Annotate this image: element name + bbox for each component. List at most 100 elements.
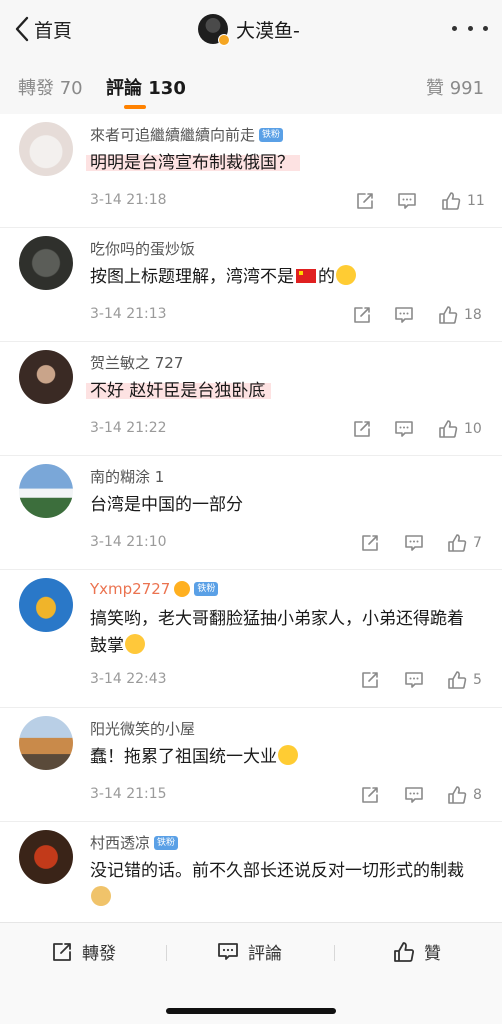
china-flag-icon bbox=[296, 269, 316, 283]
comment-text: 台湾是中国的一部分 bbox=[90, 492, 480, 519]
like-button[interactable]: 18 bbox=[437, 304, 482, 326]
comment-item: 來者可追繼續繼續向前走 铁粉 明明是台湾宣布制裁俄国？ 3-14 21:18 11 bbox=[0, 114, 502, 228]
comment-text: 没记错的话。前不久部长还说反对一切形式的制裁 bbox=[90, 858, 480, 912]
share-icon bbox=[53, 942, 71, 961]
top-bar: 首頁 大漠鱼- bbox=[0, 0, 502, 58]
thumbs-up-icon bbox=[448, 786, 467, 804]
tab-likes[interactable]: 贊 991 bbox=[426, 74, 484, 100]
username: 贺兰敏之 727 bbox=[90, 354, 184, 372]
comment-item: 村西透凉 铁粉 没记错的话。前不久部长还说反对一切形式的制裁 bbox=[0, 822, 502, 922]
thumbs-up-icon bbox=[394, 941, 415, 962]
comment-item: 阳光微笑的小屋 蠢！拖累了祖国统一大业 3-14 21:15 8 bbox=[0, 708, 502, 822]
comment-text-content: 明明是台湾宣布制裁俄国？ bbox=[86, 153, 300, 173]
like-button[interactable]: 5 bbox=[446, 669, 482, 691]
repost-comment-button[interactable] bbox=[359, 784, 381, 806]
active-tab-indicator bbox=[124, 105, 146, 109]
comment-item: 吃你吗的蛋炒饭 按图上标题理解，湾湾不是 的 3-14 21:13 18 bbox=[0, 228, 502, 342]
repost-comment-button[interactable] bbox=[351, 304, 373, 326]
reply-button[interactable] bbox=[393, 304, 415, 326]
share-icon bbox=[354, 307, 370, 323]
comment-time: 3-14 21:18 bbox=[90, 192, 167, 208]
share-icon bbox=[362, 535, 378, 551]
like-count: 11 bbox=[467, 193, 485, 209]
avatar[interactable] bbox=[19, 830, 73, 884]
comment-icon bbox=[405, 672, 423, 688]
comment-time: 3-14 21:10 bbox=[90, 534, 167, 550]
more-button[interactable] bbox=[452, 18, 488, 38]
repost-comment-button[interactable] bbox=[359, 532, 381, 554]
laughing-crying-icon bbox=[278, 745, 298, 765]
author-avatar bbox=[198, 14, 230, 46]
thumbs-up-icon bbox=[442, 192, 461, 210]
repost-comment-button[interactable] bbox=[359, 669, 381, 691]
comment-time: 3-14 21:15 bbox=[90, 786, 167, 802]
comment-time: 3-14 22:43 bbox=[90, 671, 167, 687]
avatar[interactable] bbox=[19, 236, 73, 290]
comment-list[interactable]: 來者可追繼續繼續向前走 铁粉 明明是台湾宣布制裁俄国？ 3-14 21:18 11… bbox=[0, 114, 502, 922]
comment-user[interactable]: 來者可追繼續繼續向前走 铁粉 bbox=[90, 124, 284, 145]
reply-button[interactable] bbox=[403, 532, 425, 554]
vip-badge-icon bbox=[174, 581, 191, 597]
comment-user[interactable]: 南的糊涂 1 bbox=[90, 466, 164, 487]
page-title[interactable]: 大漠鱼- bbox=[198, 12, 300, 46]
comment-button[interactable]: 評論 bbox=[216, 939, 282, 964]
like-button[interactable]: 7 bbox=[446, 532, 482, 554]
comment-icon bbox=[218, 942, 238, 960]
verified-badge-icon bbox=[218, 34, 230, 46]
avatar[interactable] bbox=[19, 350, 73, 404]
avatar[interactable] bbox=[19, 464, 73, 518]
like-label: 贊 bbox=[424, 944, 441, 964]
comment-user[interactable]: Yxmp2727 铁粉 bbox=[90, 580, 219, 598]
divider bbox=[334, 945, 335, 961]
doge-icon bbox=[91, 886, 111, 906]
comment-text: 明明是台湾宣布制裁俄国？ bbox=[86, 150, 480, 177]
avatar[interactable] bbox=[19, 716, 73, 770]
comment-time: 3-14 21:13 bbox=[90, 306, 167, 322]
reply-button[interactable] bbox=[396, 190, 418, 212]
comment-text-content: 没记错的话。前不久部长还说反对一切形式的制裁 bbox=[90, 861, 464, 881]
tab-comments[interactable]: 評論 130 bbox=[106, 74, 186, 100]
like-button[interactable]: 8 bbox=[446, 784, 482, 806]
share-icon bbox=[354, 421, 370, 437]
reply-button[interactable] bbox=[403, 669, 425, 691]
share-icon bbox=[362, 672, 378, 688]
comment-user[interactable]: 吃你吗的蛋炒饭 bbox=[90, 238, 195, 259]
chevron-left-icon bbox=[15, 16, 29, 42]
comment-text-content: 不好 赵奸臣是台独卧底 bbox=[86, 381, 272, 401]
like-post-button[interactable]: 贊 bbox=[392, 939, 441, 964]
avatar[interactable] bbox=[19, 578, 73, 632]
thumbs-up-icon bbox=[439, 306, 458, 324]
repost-label: 轉發 bbox=[82, 944, 116, 964]
comment-user[interactable]: 阳光微笑的小屋 bbox=[90, 718, 195, 739]
reply-button[interactable] bbox=[403, 784, 425, 806]
comment-item: Yxmp2727 铁粉 搞笑哟，老大哥翻脸猛抽小弟家人，小弟还得跪着鼓掌 3-14… bbox=[0, 570, 502, 708]
repost-comment-button[interactable] bbox=[351, 418, 373, 440]
reply-button[interactable] bbox=[393, 418, 415, 440]
comment-icon bbox=[405, 787, 423, 803]
repost-button[interactable]: 轉發 bbox=[50, 939, 116, 964]
tab-bar: 轉發 70 評論 130 贊 991 bbox=[0, 58, 502, 114]
comment-user[interactable]: 村西透凉 铁粉 bbox=[90, 832, 179, 853]
like-count: 10 bbox=[464, 421, 482, 437]
like-button[interactable]: 10 bbox=[437, 418, 482, 440]
share-icon bbox=[362, 787, 378, 803]
fan-badge: 铁粉 bbox=[194, 582, 219, 596]
more-dot bbox=[467, 25, 473, 31]
clapping-hands-icon bbox=[125, 634, 145, 654]
thumbs-up-icon bbox=[439, 420, 458, 438]
fan-badge: 铁粉 bbox=[259, 127, 284, 142]
comment-user[interactable]: 贺兰敏之 727 bbox=[90, 352, 183, 373]
username: 吃你吗的蛋炒饭 bbox=[90, 240, 196, 258]
back-button[interactable]: 首頁 bbox=[14, 14, 72, 44]
like-count: 18 bbox=[464, 307, 482, 323]
comment-icon bbox=[395, 421, 413, 437]
repost-comment-button[interactable] bbox=[354, 190, 376, 212]
like-button[interactable]: 11 bbox=[440, 190, 485, 212]
comment-text-content: 台湾是中国的一部分 bbox=[90, 495, 243, 515]
tab-reposts[interactable]: 轉發 70 bbox=[18, 74, 83, 100]
comment-text: 搞笑哟，老大哥翻脸猛抽小弟家人，小弟还得跪着鼓掌 bbox=[90, 606, 480, 660]
page-title-text: 大漠鱼- bbox=[236, 19, 300, 42]
share-icon bbox=[357, 193, 373, 209]
more-dot bbox=[483, 25, 488, 31]
avatar[interactable] bbox=[19, 122, 73, 176]
